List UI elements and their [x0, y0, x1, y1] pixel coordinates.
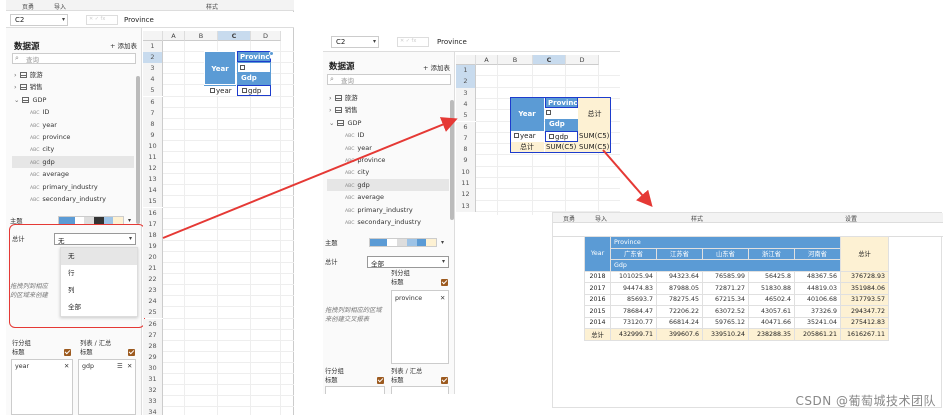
- arrow-left-to-right: [162, 117, 458, 239]
- arrow-right-to-result: [602, 149, 653, 208]
- red-arrows: [162, 117, 653, 239]
- watermark: CSDN @葡萄城技术团队: [795, 394, 936, 408]
